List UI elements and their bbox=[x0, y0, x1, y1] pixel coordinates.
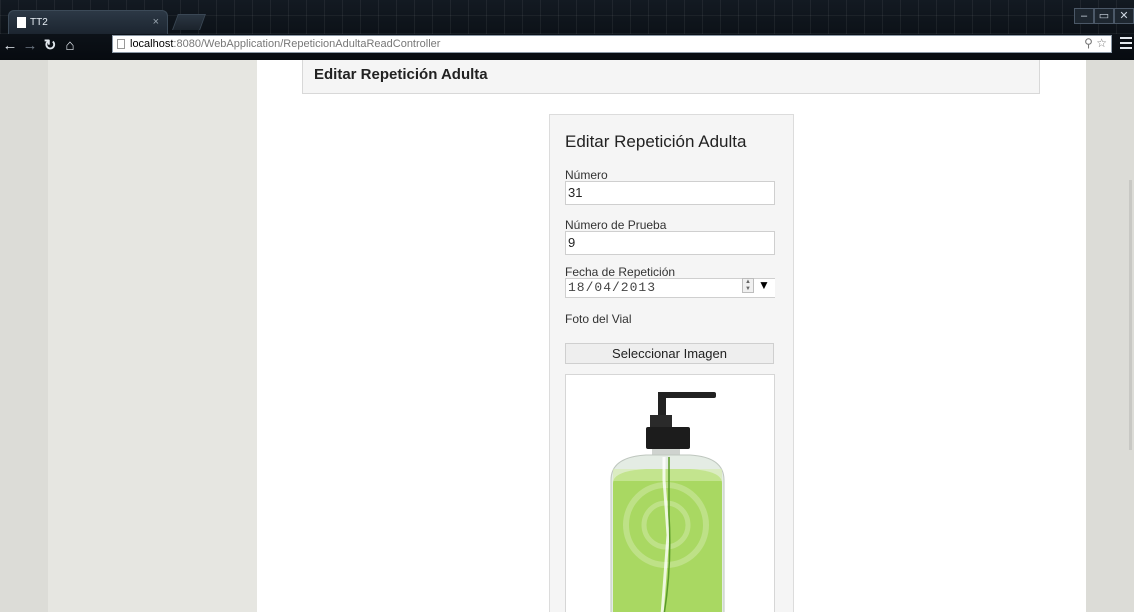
titlebar-pattern bbox=[0, 0, 1134, 34]
browser-tab[interactable]: TT2 × bbox=[8, 10, 168, 34]
menu-icon[interactable] bbox=[1120, 37, 1132, 49]
browser-chrome: TT2 × – ▭ ✕ ← → ↻ ⌂ localhost :8080/WebA… bbox=[0, 0, 1134, 60]
tab-title: TT2 bbox=[30, 17, 48, 28]
select-image-button[interactable]: Seleccionar Imagen bbox=[565, 343, 774, 364]
left-margin bbox=[0, 60, 257, 612]
reload-icon[interactable]: ↻ bbox=[40, 36, 60, 54]
numero-prueba-input[interactable]: 9 bbox=[565, 231, 775, 255]
right-margin bbox=[1086, 60, 1134, 612]
page-info-icon bbox=[117, 39, 125, 49]
tab-close-icon[interactable]: × bbox=[153, 16, 159, 28]
page-header: Editar Repetición Adulta bbox=[302, 60, 1040, 94]
foto-label: Foto del Vial bbox=[565, 312, 632, 326]
vial-photo bbox=[565, 374, 775, 612]
page-icon bbox=[17, 17, 26, 28]
window-controls: – ▭ ✕ bbox=[1074, 8, 1134, 24]
date-spinner[interactable]: ▲ ▼ bbox=[742, 278, 754, 293]
form-title: Editar Repetición Adulta bbox=[565, 132, 747, 151]
date-dropdown-icon[interactable]: ▼ bbox=[758, 278, 770, 292]
back-arrow-icon[interactable]: ← bbox=[0, 37, 20, 54]
home-icon[interactable]: ⌂ bbox=[60, 37, 80, 54]
browser-toolbar: ← → ↻ ⌂ localhost :8080/WebApplication/R… bbox=[0, 34, 1134, 56]
forward-arrow-icon[interactable]: → bbox=[20, 37, 40, 54]
edit-form-panel: Editar Repetición Adulta Número 31 Númer… bbox=[549, 114, 794, 612]
url-path: :8080/WebApplication/RepeticionAdultaRea… bbox=[173, 38, 441, 50]
left-edge bbox=[0, 60, 48, 612]
page-viewport: Editar Repetición Adulta Editar Repetici… bbox=[0, 60, 1134, 612]
close-window-button[interactable]: ✕ bbox=[1114, 8, 1134, 24]
url-host: localhost bbox=[130, 38, 174, 50]
zoom-star-icons[interactable]: ⚲ ☆ bbox=[1084, 36, 1107, 50]
scrollbar[interactable] bbox=[1129, 180, 1132, 450]
fecha-label: Fecha de Repetición bbox=[565, 265, 676, 279]
prueba-label: Número de Prueba bbox=[565, 218, 667, 232]
soap-bottle-image bbox=[610, 392, 725, 612]
minimize-button[interactable]: – bbox=[1074, 8, 1094, 24]
address-bar[interactable]: localhost :8080/WebApplication/Repeticio… bbox=[112, 35, 1112, 53]
new-tab-button[interactable] bbox=[172, 14, 206, 30]
numero-label: Número bbox=[565, 168, 608, 182]
restore-button[interactable]: ▭ bbox=[1094, 8, 1114, 24]
numero-input[interactable]: 31 bbox=[565, 181, 775, 205]
page-title: Editar Repetición Adulta bbox=[314, 66, 488, 83]
